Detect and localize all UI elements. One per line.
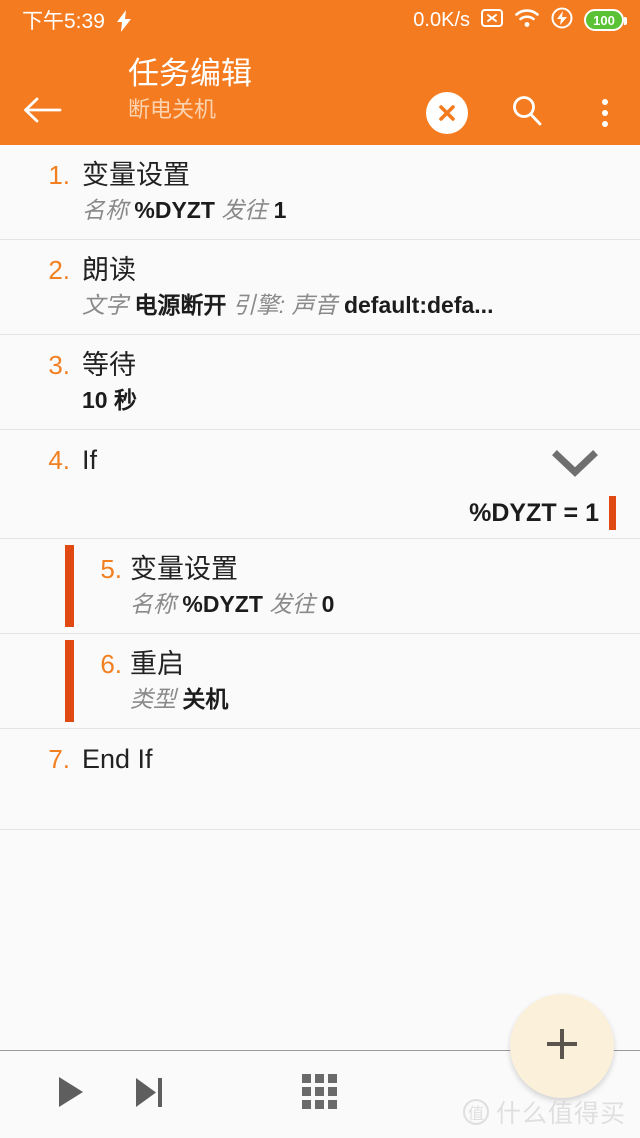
watermark: 值 什么值得买 bbox=[462, 1094, 626, 1130]
action-number: 6. bbox=[100, 649, 122, 679]
grid-apps-icon bbox=[300, 1072, 340, 1117]
action-param-value: 1 bbox=[273, 197, 287, 223]
if-condition-bar bbox=[609, 496, 616, 530]
menu-dot bbox=[602, 121, 608, 127]
action-text: 朗读 文字 电源断开 引擎: 声音 default:defa... bbox=[0, 252, 616, 322]
action-subtitle: 名称 %DYZT 发往 1 bbox=[82, 193, 616, 227]
action-row-inner: 2. 朗读 文字 电源断开 引擎: 声音 default:defa... bbox=[0, 240, 640, 334]
wifi-icon bbox=[514, 8, 540, 33]
status-data-rate: 0.0K/s bbox=[413, 8, 470, 31]
title-block: 任务编辑 断电关机 bbox=[128, 54, 252, 126]
search-button[interactable] bbox=[502, 88, 552, 138]
action-title: 重启 bbox=[130, 649, 184, 679]
action-row-inner: 6. 重启 类型 关机 bbox=[0, 634, 640, 728]
lightning-bolt-icon bbox=[116, 9, 131, 32]
app-bar: 任务编辑 断电关机 bbox=[0, 40, 640, 145]
action-param-value: default:defa... bbox=[343, 292, 494, 318]
menu-dot bbox=[602, 99, 608, 105]
action-row-inner: 3. 等待 10 秒 bbox=[0, 335, 640, 429]
action-row[interactable]: 7. End If bbox=[0, 729, 640, 830]
action-text: 等待 10 秒 bbox=[0, 347, 616, 417]
status-time: 下午5:39 bbox=[22, 10, 105, 33]
action-number: 5. bbox=[100, 554, 122, 584]
action-text: If bbox=[0, 442, 616, 478]
action-param-label: 发往 bbox=[269, 591, 316, 617]
no-sim-icon bbox=[481, 8, 503, 33]
overflow-menu-icon bbox=[602, 99, 608, 127]
action-param-value: 0 bbox=[321, 591, 335, 617]
back-button[interactable] bbox=[22, 92, 78, 132]
action-title: If bbox=[82, 445, 98, 475]
if-condition-text: %DYZT = 1 bbox=[469, 498, 599, 527]
apps-grid-button[interactable] bbox=[289, 1051, 351, 1138]
status-bar: 下午5:39 0.0K/s 100 bbox=[0, 0, 640, 40]
action-subtitle: 名称 %DYZT 发往 0 bbox=[130, 587, 616, 621]
battery-level: 100 bbox=[593, 12, 615, 28]
action-number: 7. bbox=[48, 744, 70, 774]
action-param-value: %DYZT bbox=[134, 197, 215, 223]
plus-icon bbox=[540, 1022, 584, 1071]
close-button[interactable] bbox=[422, 88, 472, 138]
action-param-value: %DYZT bbox=[182, 591, 263, 617]
if-condition: %DYZT = 1 bbox=[469, 496, 616, 530]
chevron-down-icon[interactable] bbox=[552, 448, 598, 483]
skip-next-icon bbox=[134, 1075, 164, 1114]
action-param-value: 电源断开 bbox=[134, 292, 227, 318]
action-row-inner: 1. 变量设置 名称 %DYZT 发往 1 bbox=[0, 145, 640, 239]
action-subtitle: 类型 关机 bbox=[130, 682, 616, 716]
add-action-fab[interactable] bbox=[510, 994, 614, 1098]
search-icon bbox=[509, 93, 545, 134]
watermark-text: 什么值得买 bbox=[495, 1100, 626, 1128]
action-param-label: 引擎: 声音 bbox=[232, 292, 338, 318]
overflow-menu-button[interactable] bbox=[585, 88, 625, 138]
action-title: 变量设置 bbox=[82, 160, 190, 190]
power-saver-icon bbox=[551, 7, 573, 34]
action-row-inner: 5. 变量设置 名称 %DYZT 发往 0 bbox=[0, 539, 640, 633]
action-title: 变量设置 bbox=[130, 554, 238, 584]
action-text: End If bbox=[0, 741, 616, 777]
action-subtitle: 文字 电源断开 引擎: 声音 default:defa... bbox=[82, 288, 616, 322]
if-block-indent-bar bbox=[65, 545, 74, 627]
battery-icon: 100 bbox=[584, 9, 627, 31]
action-number: 2. bbox=[48, 255, 70, 285]
back-arrow-icon bbox=[22, 95, 62, 130]
app-screen: 下午5:39 0.0K/s 100 任务编辑 断电关机 1. 变量设置 名称 %… bbox=[0, 0, 640, 1138]
action-title: End If bbox=[82, 744, 153, 774]
action-row-inner: 4. If %DYZT = 1 bbox=[0, 430, 640, 538]
close-circle-icon bbox=[426, 92, 468, 134]
action-row[interactable]: 6. 重启 类型 关机 bbox=[0, 634, 640, 729]
action-row[interactable]: 1. 变量设置 名称 %DYZT 发往 1 bbox=[0, 145, 640, 240]
action-param-label: 名称 bbox=[130, 591, 176, 617]
action-number: 3. bbox=[48, 350, 70, 380]
action-param-value: 10 秒 bbox=[82, 387, 137, 413]
action-text: 变量设置 名称 %DYZT 发往 1 bbox=[0, 157, 616, 227]
action-row-inner: 7. End If bbox=[0, 729, 640, 829]
play-icon bbox=[56, 1075, 86, 1114]
action-number: 1. bbox=[48, 160, 70, 190]
action-row[interactable]: 5. 变量设置 名称 %DYZT 发往 0 bbox=[0, 539, 640, 634]
play-button[interactable] bbox=[40, 1051, 102, 1138]
action-param-label: 发往 bbox=[221, 197, 268, 223]
action-param-label: 文字 bbox=[82, 292, 128, 318]
action-list[interactable]: 1. 变量设置 名称 %DYZT 发往 1 2. 朗读 文字 电源断开 引擎: 声音 de… bbox=[0, 145, 640, 1000]
action-param-value: 关机 bbox=[182, 686, 229, 712]
action-title: 等待 bbox=[82, 350, 136, 380]
action-row[interactable]: 2. 朗读 文字 电源断开 引擎: 声音 default:defa... bbox=[0, 240, 640, 335]
page-title: 任务编辑 bbox=[128, 56, 252, 91]
action-row[interactable]: 3. 等待 10 秒 bbox=[0, 335, 640, 430]
action-row[interactable]: 4. If %DYZT = 1 bbox=[0, 430, 640, 539]
menu-dot bbox=[602, 110, 608, 116]
action-number: 4. bbox=[48, 445, 70, 475]
action-param-label: 名称 bbox=[82, 197, 128, 223]
action-subtitle: 10 秒 bbox=[82, 383, 616, 417]
status-icons: 0.0K/s 100 bbox=[413, 7, 627, 34]
step-button[interactable] bbox=[118, 1051, 180, 1138]
page-subtitle: 断电关机 bbox=[128, 97, 217, 122]
action-title: 朗读 bbox=[82, 255, 136, 285]
action-param-label: 类型 bbox=[130, 686, 176, 712]
if-block-indent-bar bbox=[65, 640, 74, 722]
watermark-badge: 值 bbox=[462, 1099, 489, 1125]
